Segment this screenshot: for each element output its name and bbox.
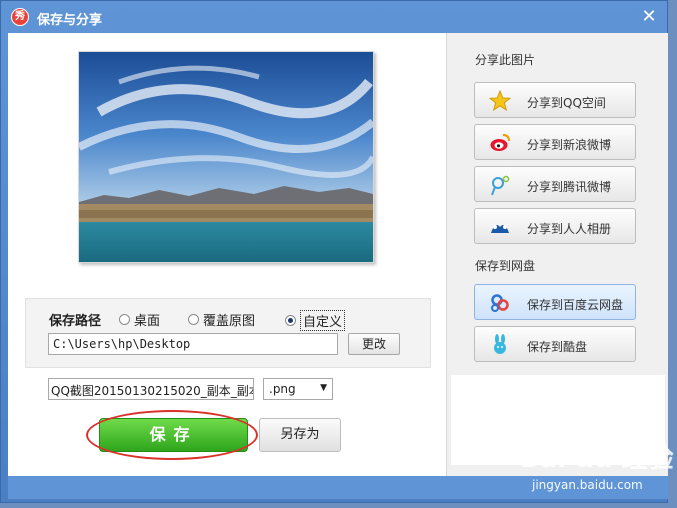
save-kupan-label: 保存到酷盘 <box>527 340 588 354</box>
save-path-group: 保存路径 桌面 覆盖原图 自定义 C:\Users\hp\Desktop 更改 <box>25 298 431 368</box>
share-qzone-label: 分享到QQ空间 <box>527 96 606 110</box>
radio-desktop-label: 桌面 <box>134 314 161 329</box>
share-tencent-weibo-label: 分享到腾讯微博 <box>527 180 612 194</box>
share-tencent-weibo-button[interactable]: 分享到腾讯微博 <box>474 166 636 202</box>
dialog-content: 保存路径 桌面 覆盖原图 自定义 C:\Users\hp\Desktop 更改 … <box>8 33 668 476</box>
renren-icon <box>491 225 509 233</box>
baidu-cloud-icon <box>491 294 509 312</box>
share-heading: 分享此图片 <box>475 53 536 67</box>
qzone-star-icon <box>489 90 511 112</box>
filename-input[interactable]: QQ截图20150130215020_副本_副本 <box>48 378 254 400</box>
cloud-heading: 保存到网盘 <box>475 259 536 273</box>
landscape-photo <box>79 52 373 262</box>
change-path-button[interactable]: 更改 <box>348 333 400 355</box>
radio-overwrite-circle[interactable] <box>188 314 199 325</box>
share-renren-label: 分享到人人相册 <box>527 222 612 236</box>
kupan-rabbit-icon <box>494 334 506 354</box>
save-kupan-button[interactable]: 保存到酷盘 <box>474 326 636 362</box>
left-panel: 保存路径 桌面 覆盖原图 自定义 C:\Users\hp\Desktop 更改 … <box>8 33 446 476</box>
baidu-jingyan-watermark: Bai du 经验 <box>520 444 674 474</box>
watermark-url: jingyan.baidu.com <box>532 478 643 492</box>
radio-custom[interactable]: 自定义 <box>285 310 346 331</box>
format-select[interactable]: .png ▼ <box>263 378 333 400</box>
save-path-label: 保存路径 <box>49 314 102 329</box>
radio-desktop[interactable]: 桌面 <box>119 310 160 329</box>
meitu-logo-icon: 秀 <box>11 8 29 26</box>
radio-custom-circle[interactable] <box>285 315 296 326</box>
tencent-weibo-icon <box>491 175 510 196</box>
share-qzone-button[interactable]: 分享到QQ空间 <box>474 82 636 118</box>
dialog-title: 保存与分享 <box>37 13 103 28</box>
share-weibo-label: 分享到新浪微博 <box>527 138 612 152</box>
chevron-down-icon: ▼ <box>320 383 327 393</box>
radio-overwrite[interactable]: 覆盖原图 <box>188 310 255 329</box>
radio-overwrite-label: 覆盖原图 <box>203 314 256 329</box>
save-as-button[interactable]: 另存为 <box>259 418 341 452</box>
format-select-value: .png <box>269 382 296 396</box>
title-bar: 秀 保存与分享 ✕ <box>1 1 667 33</box>
weibo-icon <box>490 134 510 151</box>
share-renren-button[interactable]: 分享到人人相册 <box>474 208 636 244</box>
close-icon[interactable]: ✕ <box>639 7 659 27</box>
save-share-dialog: 秀 保存与分享 ✕ 保存路径 桌面 覆盖原图 自定义 C:\Users\hp\D… <box>0 0 668 503</box>
image-preview <box>78 51 374 263</box>
share-weibo-button[interactable]: 分享到新浪微博 <box>474 124 636 160</box>
save-baidu-cloud-label: 保存到百度云网盘 <box>527 298 624 312</box>
radio-custom-label: 自定义 <box>300 310 346 331</box>
radio-desktop-circle[interactable] <box>119 314 130 325</box>
save-path-input[interactable]: C:\Users\hp\Desktop <box>48 333 338 355</box>
save-button[interactable]: 保存 <box>99 418 248 452</box>
save-baidu-cloud-button[interactable]: 保存到百度云网盘 <box>474 284 636 320</box>
share-panel: 分享此图片 分享到QQ空间 分享到新浪微博 分享到腾讯微博 分享到人人相册 保存… <box>446 33 668 476</box>
